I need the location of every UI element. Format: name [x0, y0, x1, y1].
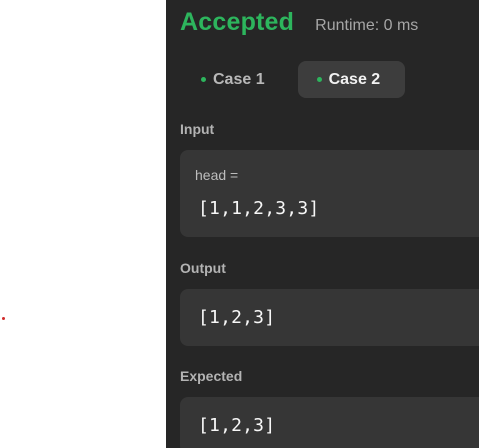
tab-case-1[interactable]: Case 1 — [184, 61, 282, 98]
left-empty-area — [0, 0, 166, 448]
output-box[interactable]: [1,2,3] — [180, 289, 479, 346]
input-value: [1,1,2,3,3] — [198, 198, 320, 219]
red-indicator-dot — [2, 317, 5, 320]
test-result-panel: Accepted Runtime: 0 ms Case 1 Case 2 Inp… — [166, 0, 479, 448]
tab-label: Case 1 — [213, 70, 265, 88]
input-variable-name: head = — [195, 167, 239, 183]
input-label: Input — [180, 121, 215, 137]
expected-box[interactable]: [1,2,3] — [180, 397, 479, 448]
test-case-tabs: Case 1 Case 2 — [184, 61, 405, 98]
runtime-text: Runtime: 0 ms — [315, 17, 419, 34]
accepted-status: Accepted — [180, 8, 295, 36]
passed-dot-icon — [201, 77, 206, 82]
output-label: Output — [180, 260, 226, 276]
input-box[interactable]: head = [1,1,2,3,3] — [180, 150, 479, 237]
expected-label: Expected — [180, 368, 243, 384]
expected-value: [1,2,3] — [198, 415, 276, 436]
output-value: [1,2,3] — [198, 307, 276, 328]
result-header: Accepted Runtime: 0 ms — [180, 8, 418, 37]
passed-dot-icon — [316, 77, 322, 82]
tab-case-2[interactable]: Case 2 — [297, 61, 405, 98]
tab-label: Case 2 — [328, 70, 381, 88]
